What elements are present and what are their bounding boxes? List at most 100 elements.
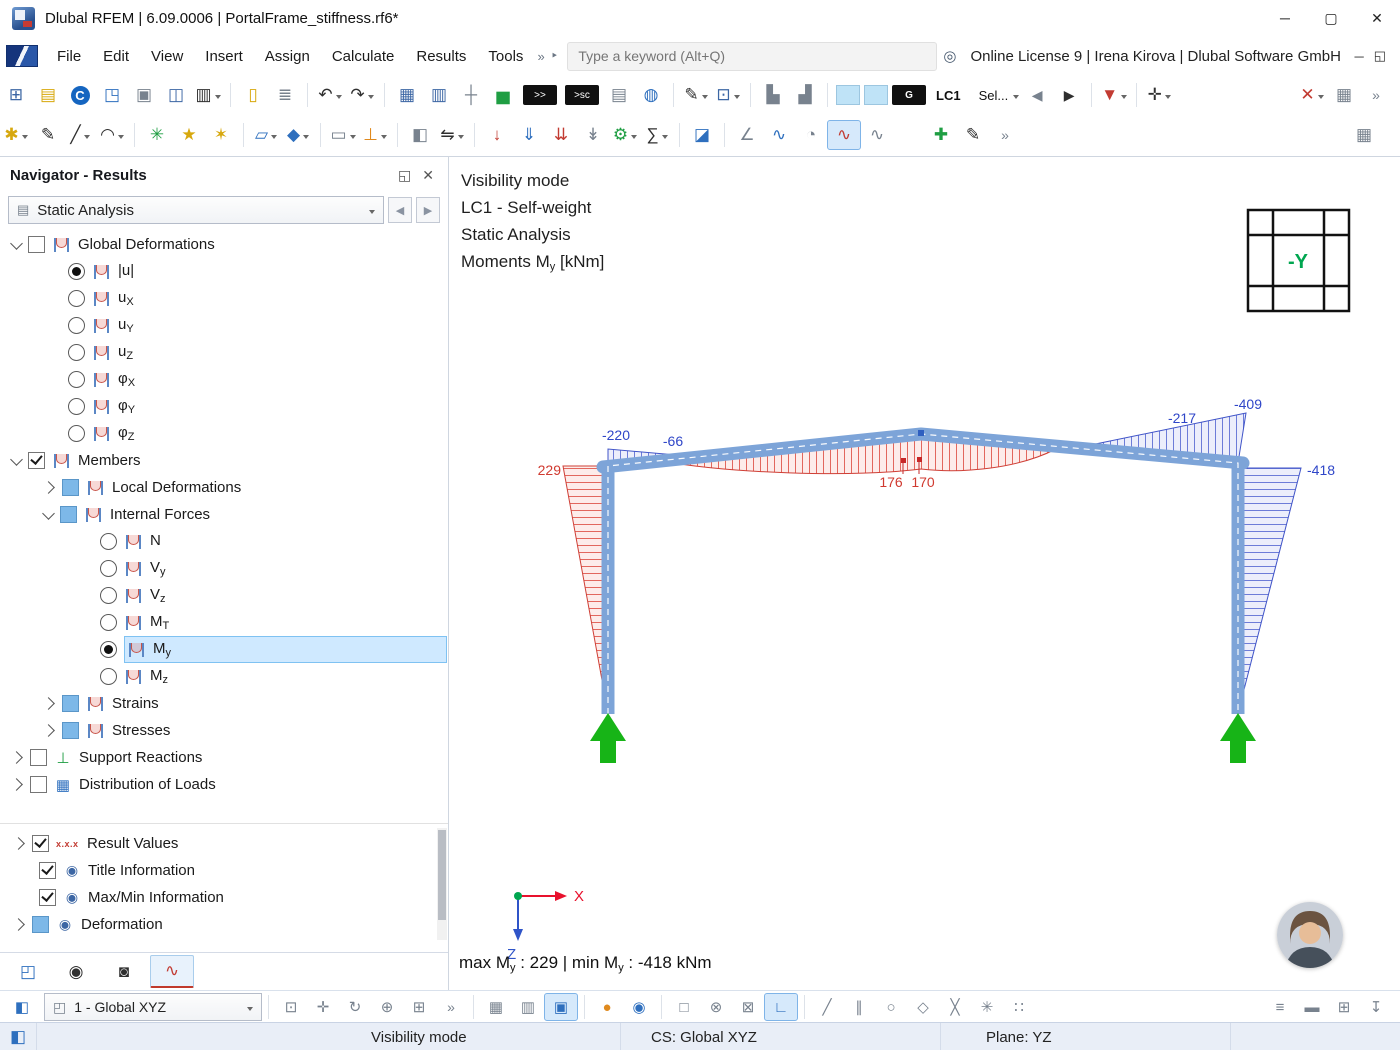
circle-cross-button[interactable]: ⊗ bbox=[700, 994, 732, 1020]
nodal-load-button[interactable]: ↓ bbox=[481, 121, 513, 149]
selection-dropdown[interactable]: Sel... bbox=[969, 81, 1022, 109]
g-button[interactable]: G bbox=[892, 85, 926, 105]
checkbox-distribution-of-loads[interactable] bbox=[30, 776, 47, 793]
tree-item-phix[interactable]: φX bbox=[0, 366, 448, 393]
next-load-case-button[interactable]: ▶ bbox=[1053, 81, 1085, 109]
scrollbar[interactable] bbox=[437, 828, 447, 940]
selected-result-highlight[interactable]: My bbox=[124, 636, 447, 663]
snap-ball-button[interactable]: ● bbox=[591, 994, 623, 1020]
chevron-right-icon[interactable] bbox=[10, 751, 23, 764]
chevron-down-icon[interactable] bbox=[10, 237, 23, 250]
tree-item-uz[interactable]: uZ bbox=[0, 339, 448, 366]
menu-tools[interactable]: Tools bbox=[477, 36, 534, 76]
report-button[interactable]: ≣ bbox=[269, 81, 301, 109]
tree-item-uy[interactable]: uY bbox=[0, 312, 448, 339]
chevron-right-icon[interactable] bbox=[12, 918, 25, 931]
chevron-right-icon[interactable] bbox=[10, 778, 23, 791]
printout-report-button[interactable]: ▤ bbox=[603, 81, 635, 109]
result-chart-button[interactable]: ∠ bbox=[731, 121, 763, 149]
maximize-button[interactable]: ▢ bbox=[1308, 0, 1354, 36]
lock-snap-button[interactable]: ◉ bbox=[623, 994, 655, 1020]
load-wizard-button[interactable]: ⚙ bbox=[609, 121, 641, 149]
radio-mz[interactable] bbox=[100, 668, 117, 685]
model-canvas[interactable]: 229 -220 -66 176 170 -217 -409 -418 Visi… bbox=[449, 157, 1400, 990]
circle-snap-button[interactable]: ○ bbox=[875, 994, 907, 1020]
tree-item-stresses[interactable]: Stresses bbox=[0, 717, 448, 744]
license-info[interactable]: Online License 9 | Irena Kirova | Dlubal… bbox=[970, 48, 1340, 65]
load-case-selector[interactable]: LC1 bbox=[928, 88, 969, 103]
right-support[interactable] bbox=[1220, 713, 1256, 763]
undo-button[interactable]: ↶ bbox=[314, 81, 346, 109]
checkbox-internal-forces[interactable] bbox=[60, 506, 77, 523]
radio-vy[interactable] bbox=[100, 560, 117, 577]
script-button[interactable]: >sc bbox=[561, 81, 603, 109]
delete-results-button[interactable]: ✕ bbox=[1296, 81, 1328, 109]
clipping-plane-button[interactable]: ◔ bbox=[795, 121, 827, 149]
menu-insert[interactable]: Insert bbox=[194, 36, 254, 76]
tree-item-u-abs[interactable]: |u| bbox=[0, 258, 448, 285]
prev-load-case-button[interactable]: ◀ bbox=[1021, 81, 1053, 109]
radio-u-abs[interactable] bbox=[68, 263, 85, 280]
solids-button[interactable]: ◆ bbox=[282, 121, 314, 149]
tree-item-vz[interactable]: Vz bbox=[0, 582, 448, 609]
clipboard-button[interactable]: ▯ bbox=[237, 81, 269, 109]
list-item-maxmin-information[interactable]: ◉ Max/Min Information bbox=[0, 884, 448, 911]
panel-minimize-icon[interactable]: ─ bbox=[1354, 49, 1363, 64]
menu-edit[interactable]: Edit bbox=[92, 36, 140, 76]
prev-analysis-button[interactable]: ◀ bbox=[388, 197, 412, 223]
surface-load-button[interactable]: ⇊ bbox=[545, 121, 577, 149]
tree-item-members[interactable]: Members bbox=[0, 447, 448, 474]
tab-panel[interactable]: ◰ bbox=[6, 956, 50, 988]
checkbox-title-information[interactable] bbox=[39, 862, 56, 879]
chevron-right-icon[interactable] bbox=[42, 697, 55, 710]
checkbox-strains[interactable] bbox=[62, 695, 79, 712]
tree-item-global-deformations[interactable]: Global Deformations bbox=[0, 231, 448, 258]
orbit-view-button[interactable]: ↻ bbox=[339, 994, 371, 1020]
box-cross-button[interactable]: ⊠ bbox=[732, 994, 764, 1020]
solid-model-button[interactable]: ◧ bbox=[404, 121, 436, 149]
chevron-right-icon[interactable] bbox=[42, 724, 55, 737]
apex-node[interactable] bbox=[918, 430, 924, 436]
minimize-button[interactable]: ─ bbox=[1262, 0, 1308, 36]
tab-visibility[interactable]: ◉ bbox=[54, 956, 98, 988]
add-table-button[interactable]: ⊞ bbox=[1328, 994, 1360, 1020]
tree-item-mz[interactable]: Mz bbox=[0, 663, 448, 690]
tab-result-diagrams[interactable]: ∿ bbox=[150, 955, 194, 988]
dlubal-cloud-button[interactable]: C bbox=[64, 81, 96, 109]
guidelines-button[interactable]: ▥ bbox=[512, 994, 544, 1020]
checkbox-deformation[interactable] bbox=[32, 916, 49, 933]
radio-ux[interactable] bbox=[68, 290, 85, 307]
checkbox-global-deformations[interactable] bbox=[28, 236, 45, 253]
radio-n[interactable] bbox=[100, 533, 117, 550]
zoom-in-button[interactable]: ⊕ bbox=[371, 994, 403, 1020]
print-button[interactable]: ▥ bbox=[192, 81, 224, 109]
checkbox-members[interactable] bbox=[28, 452, 45, 469]
tree-item-distribution-of-loads[interactable]: ▦ Distribution of Loads bbox=[0, 771, 448, 798]
layers-button[interactable]: ≡ bbox=[1264, 994, 1296, 1020]
tree-item-support-reactions[interactable]: ⊥ Support Reactions bbox=[0, 744, 448, 771]
pan-view-button[interactable]: ✛ bbox=[307, 994, 339, 1020]
work-plane-button[interactable]: ┼ bbox=[455, 81, 487, 109]
tree-item-phiz[interactable]: φZ bbox=[0, 420, 448, 447]
pan-button[interactable]: ✛ bbox=[1143, 81, 1175, 109]
box-select-button[interactable]: □ bbox=[668, 994, 700, 1020]
zoom-window-button[interactable]: ⊞ bbox=[403, 994, 435, 1020]
menu-calculate[interactable]: Calculate bbox=[321, 36, 406, 76]
chevron-right-icon[interactable] bbox=[42, 481, 55, 494]
tree-item-mt[interactable]: MT bbox=[0, 609, 448, 636]
object-snap-button[interactable]: ▣ bbox=[544, 993, 578, 1021]
view-select-button[interactable]: ⊡ bbox=[275, 994, 307, 1020]
status-pane-icon[interactable]: ◧ bbox=[0, 1027, 36, 1047]
list-item-title-information[interactable]: ◉ Title Information bbox=[0, 857, 448, 884]
numbering-asc-button[interactable]: ▙ bbox=[757, 81, 789, 109]
smooth-results-button[interactable]: ∿ bbox=[861, 121, 893, 149]
save-button[interactable]: ◫ bbox=[160, 81, 192, 109]
radio-uy[interactable] bbox=[68, 317, 85, 334]
tree-item-ux[interactable]: uX bbox=[0, 285, 448, 312]
line-snap-button[interactable]: ╱ bbox=[811, 994, 843, 1020]
toolbar2-overflow-button[interactable]: » bbox=[989, 121, 1021, 149]
display-style-button[interactable]: ✎ bbox=[680, 81, 712, 109]
list-item-result-values[interactable]: x.x.x Result Values bbox=[0, 830, 448, 857]
menu-file[interactable]: File bbox=[46, 36, 92, 76]
list-item-deformation[interactable]: ◉ Deformation bbox=[0, 911, 448, 938]
